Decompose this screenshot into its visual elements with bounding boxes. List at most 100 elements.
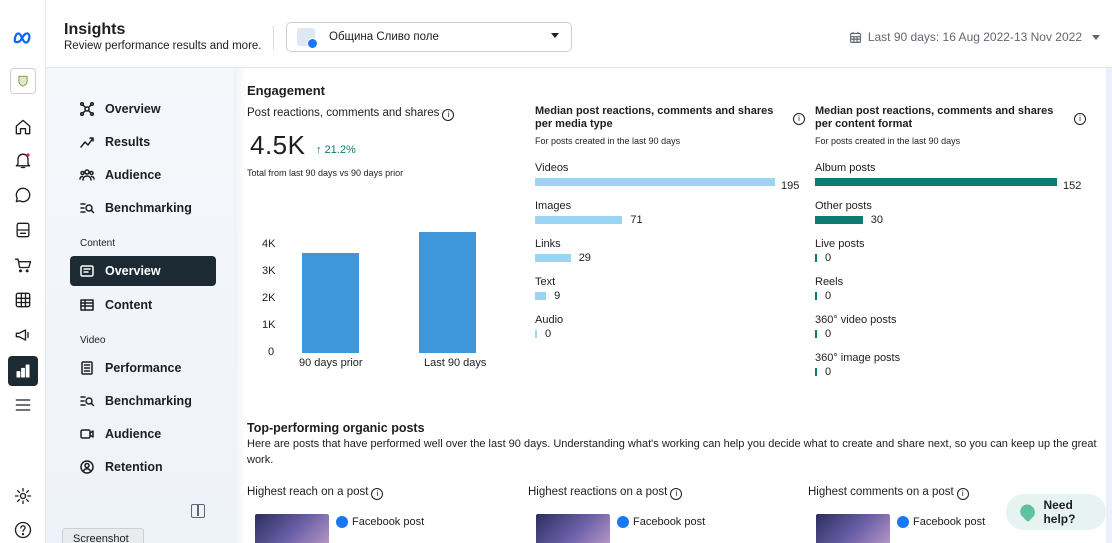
y-tick-label: 4K xyxy=(262,238,276,250)
insights-icon[interactable] xyxy=(8,356,38,386)
info-icon[interactable]: i xyxy=(371,488,384,500)
metric-bar[interactable] xyxy=(815,216,863,224)
metric-value: 9 xyxy=(554,290,561,302)
post-type-label: Facebook post xyxy=(633,516,706,528)
metric-bar[interactable] xyxy=(815,330,817,338)
metric-value: 30 xyxy=(870,214,883,226)
retention-icon xyxy=(78,458,96,476)
info-icon[interactable]: i xyxy=(442,109,455,121)
info-icon[interactable]: i xyxy=(1074,113,1086,125)
account-name: Община Сливо поле xyxy=(329,31,439,43)
metric-bar[interactable] xyxy=(535,330,537,338)
metric-bar[interactable] xyxy=(815,368,817,376)
info-icon[interactable]: i xyxy=(956,488,969,500)
sidebar-item-label: Benchmarking xyxy=(105,394,192,408)
metric-bar[interactable] xyxy=(815,292,817,300)
video-camera-icon xyxy=(78,425,96,443)
reactions-bar-chart: 4K 3K 2K 1K 0 90 days prior Last 90 days xyxy=(250,193,520,383)
sidebar-item-video-performance[interactable]: Performance xyxy=(70,353,216,383)
need-help-button[interactable]: Need help? xyxy=(1006,494,1106,530)
post-thumbnail[interactable] xyxy=(816,514,890,543)
sidebar-item-results[interactable]: Results xyxy=(70,127,216,157)
metric-label: Reels xyxy=(815,276,844,288)
menu-icon[interactable] xyxy=(11,393,35,417)
ads-megaphone-icon[interactable] xyxy=(11,323,35,347)
table-icon xyxy=(78,296,96,314)
collapse-sidebar-icon[interactable] xyxy=(191,504,205,518)
top-bar: Insights Review performance results and … xyxy=(46,0,1112,68)
metric-label: 360° video posts xyxy=(815,314,897,326)
benchmarking-icon xyxy=(78,199,96,217)
highest-comments-label: Highest comments on a post i xyxy=(808,486,969,500)
sidebar-shadow xyxy=(234,68,246,543)
sidebar-item-benchmarking[interactable]: Benchmarking xyxy=(70,193,216,223)
sidebar-item-label: Retention xyxy=(105,460,163,474)
post-type: Facebook post xyxy=(336,516,424,528)
sidebar-item-label: Content xyxy=(105,298,153,312)
section-label-content: Content xyxy=(80,238,116,249)
account-selector[interactable]: Община Сливо поле xyxy=(286,22,572,52)
metric-bar[interactable] xyxy=(815,178,1057,186)
post-type-label: Facebook post xyxy=(913,516,986,528)
facebook-icon xyxy=(617,516,629,528)
meta-logo-icon[interactable] xyxy=(11,26,35,50)
metric-label: Live posts xyxy=(815,238,865,250)
shop-cart-icon[interactable] xyxy=(11,253,35,277)
highest-reactions-label: Highest reactions on a post i xyxy=(528,486,683,500)
metric-bar[interactable] xyxy=(535,254,571,262)
top-posts-description: Here are posts that have performed well … xyxy=(247,438,1097,466)
engagement-heading: Engagement xyxy=(247,83,326,98)
metric-value: 152 xyxy=(1063,180,1082,192)
overview-icon xyxy=(78,100,96,118)
trend-badge: ↑ 21.2% xyxy=(316,144,356,156)
metric-bar[interactable] xyxy=(535,216,623,224)
chevron-down-icon xyxy=(551,33,559,38)
posts-icon[interactable] xyxy=(11,218,35,242)
sidebar-item-label: Results xyxy=(105,135,151,149)
col-label: Highest comments on a post xyxy=(808,486,954,498)
date-range-label: Last 90 days: 16 Aug 2022-13 Nov 2022 xyxy=(867,30,1082,44)
messages-icon[interactable] xyxy=(11,183,35,207)
main-content: Engagement Post reactions, comments and … xyxy=(234,68,1112,543)
col-label: Highest reactions on a post xyxy=(528,486,668,498)
info-icon[interactable]: i xyxy=(670,488,683,500)
home-icon[interactable] xyxy=(11,115,35,139)
y-tick-label: 3K xyxy=(262,265,276,277)
grid-icon[interactable] xyxy=(11,288,35,312)
sidebar-item-video-benchmarking[interactable]: Benchmarking xyxy=(70,386,216,416)
metric-bar[interactable] xyxy=(535,292,547,300)
sidebar-item-label: Performance xyxy=(105,361,182,375)
metric-label: Images xyxy=(535,200,572,212)
metric-bar[interactable] xyxy=(535,178,775,186)
metric-label: Links xyxy=(535,238,561,250)
date-range-selector[interactable]: Last 90 days: 16 Aug 2022-13 Nov 2022 xyxy=(849,30,1100,44)
settings-gear-icon[interactable] xyxy=(11,484,35,508)
bar-prior[interactable] xyxy=(302,253,359,353)
scrollbar-track[interactable] xyxy=(1106,68,1112,543)
notifications-icon[interactable] xyxy=(11,148,35,172)
sidebar-item-content-overview[interactable]: Overview xyxy=(70,256,216,286)
performance-icon xyxy=(78,359,96,377)
info-icon[interactable]: i xyxy=(793,113,805,125)
post-thumbnail[interactable] xyxy=(255,514,329,543)
metric-value: 0 xyxy=(825,366,832,378)
help-question-icon[interactable] xyxy=(11,518,35,542)
sidebar-item-video-retention[interactable]: Retention xyxy=(70,452,216,482)
post-type-label: Facebook post xyxy=(352,516,425,528)
media-type-note: For posts created in the last 90 days xyxy=(535,136,681,146)
sidebar-item-content[interactable]: Content xyxy=(70,290,216,320)
sidebar-item-video-audience[interactable]: Audience xyxy=(70,419,216,449)
calendar-icon xyxy=(849,31,861,43)
post-type: Facebook post xyxy=(897,516,985,528)
bar-last[interactable] xyxy=(419,231,476,353)
post-thumbnail[interactable] xyxy=(536,514,610,543)
sidebar-item-audience[interactable]: Audience xyxy=(70,160,216,190)
page-avatar[interactable] xyxy=(10,68,36,94)
metric-value: 29 xyxy=(578,252,591,264)
sidebar-item-overview[interactable]: Overview xyxy=(70,94,216,124)
metric-bar[interactable] xyxy=(815,254,817,262)
post-type: Facebook post xyxy=(617,516,705,528)
screenshot-tooltip: Screenshot xyxy=(62,528,144,543)
top-posts-heading: Top-performing organic posts xyxy=(247,421,425,435)
content-overview-icon xyxy=(78,262,96,280)
